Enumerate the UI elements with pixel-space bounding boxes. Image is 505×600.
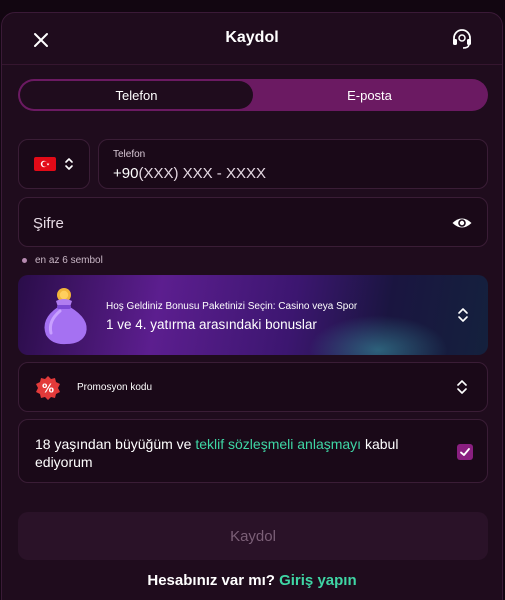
chevron-updown-icon	[457, 380, 467, 394]
terms-link[interactable]: teklif sözleşmeli anlaşmayı	[195, 436, 361, 452]
login-link[interactable]: Giriş yapın	[279, 572, 357, 589]
password-hint-text: en az 6 sembol	[35, 255, 103, 266]
percent-badge-icon: %	[36, 376, 60, 400]
phone-input[interactable]: Telefon +90(XXX) XXX - XXXX	[98, 139, 488, 189]
auth-method-tabs: Telefon E-posta	[18, 79, 488, 111]
registration-modal: Kaydol Telefon E-posta Telefon +90(XXX) …	[1, 12, 503, 600]
svg-text:%: %	[42, 382, 54, 396]
terms-agreement: 18 yaşından büyüğüm ve teklif sözleşmeli…	[18, 419, 488, 483]
modal-header: Kaydol	[2, 13, 502, 65]
terms-text-before: 18 yaşından büyüğüm ve	[35, 436, 196, 452]
promo-code-selector[interactable]: % Promosyon kodu	[18, 362, 488, 412]
password-hint: en az 6 sembol	[22, 255, 103, 266]
checkmark-icon	[460, 448, 470, 456]
headset-icon[interactable]	[450, 27, 474, 51]
phone-value: +90(XXX) XXX - XXXX	[113, 165, 266, 182]
login-question: Hesabınız var mı?	[147, 572, 275, 589]
welcome-bonus-selector[interactable]: Hoş Geldiniz Bonusu Paketinizi Seçin: Ca…	[18, 275, 488, 355]
bullet-icon	[22, 258, 27, 263]
password-field[interactable]: Şifre	[18, 197, 488, 247]
country-code-select[interactable]	[18, 139, 90, 189]
tab-e-posta[interactable]: E-posta	[253, 81, 486, 109]
tab-telefon[interactable]: Telefon	[20, 81, 253, 109]
turkey-flag-icon	[34, 157, 56, 171]
chevron-updown-icon	[65, 158, 73, 170]
terms-checkbox[interactable]	[457, 444, 473, 460]
login-prompt: Hesabınız var mı? Giriş yapın	[2, 572, 502, 589]
page-title: Kaydol	[225, 29, 279, 46]
chevron-updown-icon	[458, 308, 468, 322]
promo-code-label: Promosyon kodu	[77, 382, 153, 393]
phone-label: Telefon	[113, 149, 146, 160]
terms-text: 18 yaşından büyüğüm ve teklif sözleşmeli…	[35, 435, 435, 471]
money-bag-icon	[44, 288, 87, 345]
bonus-title: Hoş Geldiniz Bonusu Paketinizi Seçin: Ca…	[106, 301, 358, 312]
eye-icon[interactable]	[451, 212, 473, 234]
phone-placeholder: (XXX) XXX - XXXX	[138, 165, 266, 182]
phone-prefix: +90	[113, 165, 139, 182]
bonus-subtitle: 1 ve 4. yatırma arasındaki bonuslar	[106, 317, 317, 332]
register-button[interactable]: Kaydol	[18, 512, 488, 560]
password-placeholder: Şifre	[33, 215, 64, 232]
